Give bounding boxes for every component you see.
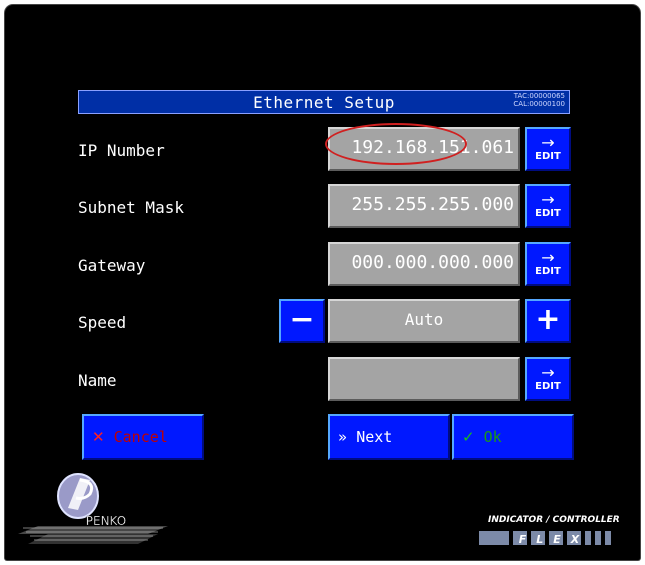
edit-button-label: EDIT xyxy=(535,381,561,392)
edit-button-label: EDIT xyxy=(535,208,561,219)
arrow-right-icon: → xyxy=(541,190,555,209)
arrow-right-icon: → xyxy=(541,363,555,382)
title-bar: Ethernet Setup TAC:00000065 CAL:00000100 xyxy=(78,90,570,114)
subnet-mask-field[interactable]: 255.255.255.000 xyxy=(328,184,520,228)
plus-icon: + xyxy=(535,302,561,337)
ip-edit-button[interactable]: → EDIT xyxy=(525,127,571,171)
subnet-edit-button[interactable]: → EDIT xyxy=(525,184,571,228)
x-icon: ✕ xyxy=(92,428,105,446)
speed-increase-button[interactable]: + xyxy=(525,299,571,343)
arrow-right-icon: → xyxy=(541,133,555,152)
gateway-field[interactable]: 000.000.000.000 xyxy=(328,242,520,286)
company-name: PENKO xyxy=(86,514,126,528)
speed-value-field[interactable]: Auto xyxy=(328,299,520,343)
edit-button-label: EDIT xyxy=(535,151,561,162)
cancel-button[interactable]: ✕ Cancel xyxy=(82,414,204,460)
name-edit-button[interactable]: → EDIT xyxy=(525,357,571,401)
minus-icon: − xyxy=(289,302,315,337)
name-label: Name xyxy=(78,371,117,390)
double-chevron-right-icon: » xyxy=(338,428,348,446)
name-field[interactable] xyxy=(328,357,520,401)
ok-button[interactable]: ✓ Ok xyxy=(452,414,574,460)
penko-logo: PENKO xyxy=(18,473,168,544)
cancel-button-label: Cancel xyxy=(113,428,168,446)
arrow-right-icon: → xyxy=(541,248,555,267)
speed-decrease-button[interactable]: − xyxy=(279,299,325,343)
flex-brand-logo: FLEX xyxy=(479,531,611,546)
ok-button-label: Ok xyxy=(483,428,502,446)
product-name: FLEX xyxy=(519,533,590,546)
next-button[interactable]: » Next xyxy=(328,414,450,460)
tac-cal-counters: TAC:00000065 CAL:00000100 xyxy=(513,92,565,108)
ip-number-label: IP Number xyxy=(78,141,165,160)
cal-counter: CAL:00000100 xyxy=(513,100,565,108)
brand-tagline: INDICATOR / CONTROLLER xyxy=(488,515,620,525)
highlight-ellipse xyxy=(325,123,467,165)
speed-label: Speed xyxy=(78,313,127,332)
page-title: Ethernet Setup xyxy=(253,93,395,112)
checkmark-icon: ✓ xyxy=(462,428,475,446)
tac-counter: TAC:00000065 xyxy=(513,92,565,100)
gateway-edit-button[interactable]: → EDIT xyxy=(525,242,571,286)
subnet-mask-label: Subnet Mask xyxy=(78,198,184,217)
edit-button-label: EDIT xyxy=(535,266,561,277)
gateway-label: Gateway xyxy=(78,256,146,275)
next-button-label: Next xyxy=(356,428,393,446)
